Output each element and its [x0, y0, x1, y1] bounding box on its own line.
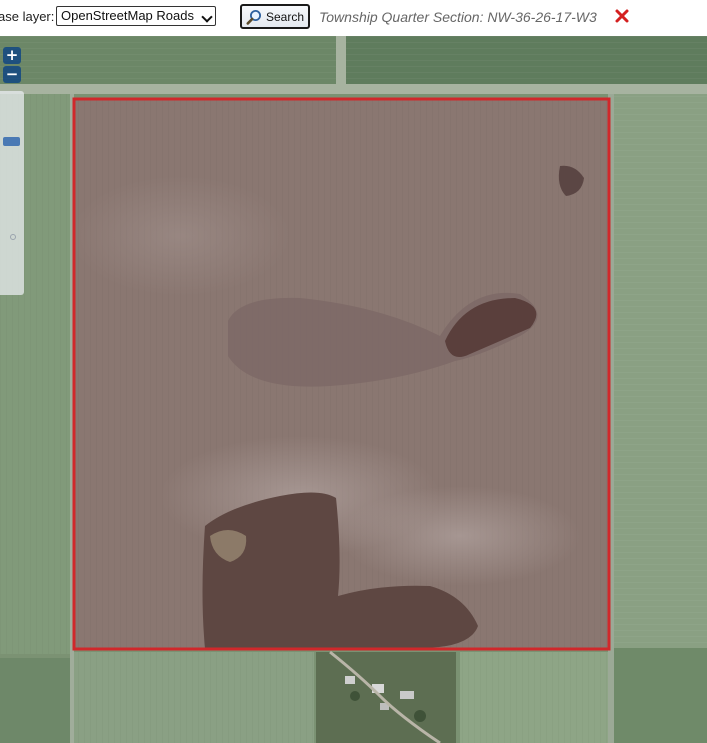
search-button-label: Search [266, 9, 305, 24]
base-layer-selected-value: OpenStreetMap Roads [61, 8, 194, 23]
chevron-down-icon [201, 11, 213, 23]
red-x-icon[interactable] [614, 8, 630, 24]
zoom-slider-handle[interactable] [3, 137, 20, 146]
map-viewport[interactable]: + − [0, 36, 707, 743]
satellite-imagery [0, 36, 707, 743]
zoom-slider[interactable] [0, 91, 24, 295]
quarter-section-label: Township Quarter Section: NW-36-26-17-W3 [319, 9, 597, 25]
base-layer-label: ase layer: [0, 9, 55, 24]
zoom-slider-tick [10, 234, 16, 240]
base-layer-select[interactable]: OpenStreetMap Roads [56, 6, 216, 26]
magnifier-icon [246, 9, 262, 25]
zoom-in-button[interactable]: + [3, 47, 21, 64]
toolbar: ase layer: OpenStreetMap Roads Search To… [0, 0, 707, 34]
search-button[interactable]: Search [240, 4, 310, 29]
zoom-out-button[interactable]: − [3, 66, 21, 83]
